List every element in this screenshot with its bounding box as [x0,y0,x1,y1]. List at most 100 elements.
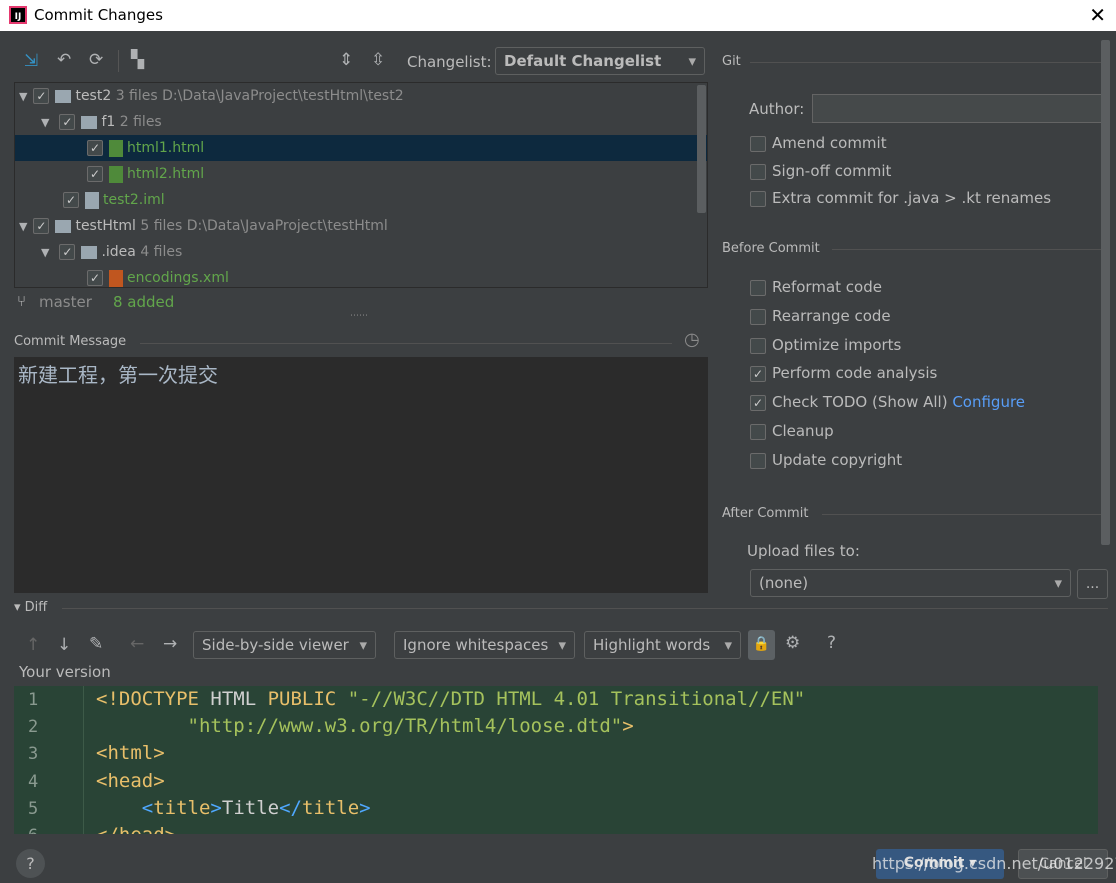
diff-toggle[interactable]: ▾ Diff [14,600,47,615]
checkbox[interactable]: ✓ [59,244,76,260]
code-line: <head> [96,770,165,792]
branch-name: master [39,293,92,311]
checkbox[interactable]: ✓ [33,218,50,234]
checkbox[interactable]: ✓ [33,88,50,104]
divider [832,249,1106,250]
prev-diff-icon[interactable]: ↑ [26,635,40,655]
line-number: 5 [28,799,39,819]
tree-node-test2-iml[interactable]: ✓ test2.iml [15,187,695,213]
cleanup-checkbox[interactable]: Cleanup [750,422,834,440]
watermark: https://blog.csdn.net/u012292754 [872,854,1116,873]
code-viewer[interactable]: 1 2 3 4 5 6 <!DOCTYPE HTML PUBLIC "-//W3… [14,686,1098,834]
html-file-icon [109,139,123,157]
diff-title: Diff [24,600,48,615]
splitter-handle[interactable]: ⋯⋯ [350,311,368,321]
node-name: f1 [101,114,116,130]
options-scrollbar[interactable] [1101,40,1110,545]
tree-node-f1[interactable]: ▼ ✓ f1 2 files [15,109,695,135]
collapse-all-icon[interactable]: ⇳ [371,50,385,70]
edit-icon[interactable]: ✎ [89,634,103,654]
checkbox[interactable]: ✓ [87,166,103,182]
changelist-label: Changelist: [407,53,492,71]
optimize-imports-checkbox[interactable]: Optimize imports [750,336,901,354]
line-number: 2 [28,717,39,737]
node-name: html1.html [127,140,205,156]
viewer-dropdown[interactable]: Side-by-side viewer [193,631,376,659]
configure-link[interactable]: Configure [952,393,1025,411]
option-label: Reformat code [772,278,882,296]
check-todo-checkbox[interactable]: ✓ Check TODO (Show All) Configure [750,393,1025,411]
upload-dropdown[interactable]: (none) [750,569,1071,597]
node-name: .idea [101,244,136,260]
lock-icon[interactable]: 🔒 [748,630,775,660]
added-count: 8 added [113,293,175,311]
divider [822,514,1106,515]
git-section-title: Git [722,54,741,69]
line-number: 1 [28,690,39,710]
option-label: Rearrange code [772,307,891,325]
tree-node-html2[interactable]: ✓ html2.html [15,161,695,187]
whitespace-dropdown[interactable]: Ignore whitespaces [394,631,575,659]
prev-file-icon[interactable]: ← [130,634,144,654]
group-by-icon[interactable]: ▚ [131,50,144,70]
node-name: test2.iml [103,192,165,208]
after-commit-title: After Commit [722,506,809,521]
author-input[interactable] [812,94,1106,123]
rearrange-code-checkbox[interactable]: Rearrange code [750,307,891,325]
option-label: Extra commit for .java > .kt renames [772,189,1052,207]
tree-node-encodings[interactable]: ✓ encodings.xml [15,265,695,287]
tree-scrollbar[interactable] [697,85,706,213]
commit-message-input[interactable]: 新建工程，第一次提交 [14,357,708,593]
checkbox[interactable]: ✓ [59,114,76,130]
sign-off-checkbox[interactable]: Sign-off commit [750,162,891,180]
code-line: </head> [96,824,176,834]
branch-icon: ⑂ [17,292,27,310]
checkbox[interactable]: ✓ [63,192,79,208]
browse-button[interactable]: ... [1077,569,1108,599]
highlight-dropdown[interactable]: Highlight words [584,631,741,659]
update-copyright-checkbox[interactable]: Update copyright [750,451,902,469]
rollback-icon[interactable]: ↶ [57,50,71,70]
node-path: D:\Data\JavaProject\testHtml\test2 [162,88,404,104]
help-button[interactable]: ? [16,849,45,878]
close-icon[interactable]: ✕ [1089,3,1106,27]
history-icon[interactable]: ◷ [684,329,700,350]
code-line: <html> [96,742,165,764]
module-folder-icon [55,219,72,233]
option-label: Perform code analysis [772,364,938,382]
divider [140,343,672,344]
option-label: Cleanup [772,422,834,440]
line-gutter [14,686,84,834]
tree-node-test2[interactable]: ▼ ✓ test2 3 files D:\Data\JavaProject\tes… [15,83,695,109]
help-icon[interactable]: ? [827,633,836,653]
node-name: encodings.xml [127,270,229,286]
checkbox[interactable]: ✓ [87,140,103,156]
amend-commit-checkbox[interactable]: Amend commit [750,134,887,152]
node-info: 4 files [140,244,183,260]
expand-all-icon[interactable]: ⇕ [339,50,353,70]
tree-node-testhtml[interactable]: ▼ ✓ testHtml 5 files D:\Data\JavaProject\… [15,213,695,239]
extra-commit-checkbox[interactable]: Extra commit for .java > .kt renames [750,189,1051,207]
gear-icon[interactable]: ⚙ [785,633,800,653]
checkbox[interactable]: ✓ [87,270,103,286]
option-label: Sign-off commit [772,162,892,180]
refresh-icon[interactable]: ⟳ [89,50,103,70]
next-diff-icon[interactable]: ↓ [57,635,71,655]
node-path: D:\Data\JavaProject\testHtml [186,218,388,234]
reformat-code-checkbox[interactable]: Reformat code [750,278,882,296]
changelist-dropdown[interactable]: Default Changelist [495,47,705,75]
tree-node-idea[interactable]: ▼ ✓ .idea 4 files [15,239,695,265]
your-version-label: Your version [19,663,111,681]
next-file-icon[interactable]: → [163,634,177,654]
changes-tree[interactable]: ▼ ✓ test2 3 files D:\Data\JavaProject\tes… [14,82,708,288]
divider [750,62,1106,63]
option-label: Optimize imports [772,336,902,354]
node-name: test2 [75,88,112,104]
tree-node-html1[interactable]: ✓ html1.html [15,135,707,161]
option-label: Update copyright [772,451,903,469]
code-line: "http://www.w3.org/TR/html4/loose.dtd"> [187,715,634,737]
code-line: <!DOCTYPE HTML PUBLIC "-//W3C//DTD HTML … [96,688,806,710]
show-diff-icon[interactable]: ⇲ [24,51,38,71]
upload-label: Upload files to: [747,542,860,560]
code-analysis-checkbox[interactable]: ✓ Perform code analysis [750,364,937,382]
